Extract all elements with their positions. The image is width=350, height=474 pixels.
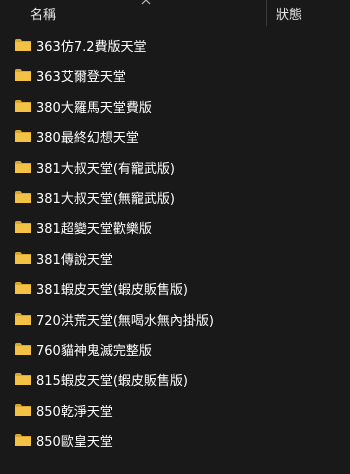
- folder-name: 760貓神鬼滅完整版: [36, 343, 152, 359]
- folder-name: 363仿7.2費版天堂: [36, 40, 147, 55]
- column-header-status[interactable]: 狀態: [276, 4, 302, 23]
- folder-icon: [15, 160, 31, 173]
- file-list: 363仿7.2費版天堂 363艾爾登天堂 380大羅馬天堂費版 380最終幻想天…: [0, 30, 350, 455]
- list-item[interactable]: 381超變天堂歡樂版: [0, 212, 350, 242]
- folder-name: 381傳說天堂: [36, 252, 113, 268]
- folder-name: 850乾淨天堂: [36, 404, 113, 420]
- column-header: 名稱 狀態: [0, 0, 350, 28]
- folder-icon: [15, 69, 31, 82]
- chevron-up-icon: [141, 0, 151, 5]
- folder-name: 380最終幻想天堂: [36, 131, 139, 147]
- folder-icon: [15, 342, 31, 355]
- list-item[interactable]: 363仿7.2費版天堂: [0, 30, 350, 60]
- folder-name: 381大叔天堂(有寵武版): [36, 161, 175, 177]
- folder-icon: [15, 190, 31, 203]
- folder-icon: [15, 373, 31, 386]
- folder-icon: [15, 434, 31, 447]
- folder-icon: [15, 39, 31, 51]
- folder-name: 380大羅馬天堂費版: [36, 100, 152, 116]
- folder-name: 815蝦皮天堂(蝦皮販售版): [36, 374, 188, 390]
- folder-name: 720洪荒天堂(無喝水無內掛版): [36, 313, 214, 329]
- folder-icon: [15, 312, 31, 325]
- list-item[interactable]: 850乾淨天堂: [0, 395, 350, 425]
- column-header-name[interactable]: 名稱: [30, 4, 56, 23]
- list-item[interactable]: 381蝦皮天堂(蝦皮販售版): [0, 273, 350, 303]
- folder-icon: [15, 221, 31, 234]
- folder-name: 850歐皇天堂: [36, 435, 113, 451]
- list-item[interactable]: 381大叔天堂(無寵武版): [0, 182, 350, 212]
- list-item[interactable]: 720洪荒天堂(無喝水無內掛版): [0, 304, 350, 334]
- folder-name: 363艾爾登天堂: [36, 70, 126, 86]
- folder-name: 381超變天堂歡樂版: [36, 222, 152, 238]
- folder-name: 381蝦皮天堂(蝦皮販售版): [36, 283, 188, 299]
- list-item[interactable]: 760貓神鬼滅完整版: [0, 334, 350, 364]
- list-item[interactable]: 363艾爾登天堂: [0, 60, 350, 90]
- list-item[interactable]: 815蝦皮天堂(蝦皮販售版): [0, 364, 350, 394]
- folder-icon: [15, 251, 31, 264]
- folder-name: 381大叔天堂(無寵武版): [36, 191, 175, 207]
- folder-icon: [15, 403, 31, 416]
- list-item[interactable]: 850歐皇天堂: [0, 425, 350, 455]
- folder-icon: [15, 99, 31, 112]
- list-item[interactable]: 380最終幻想天堂: [0, 121, 350, 151]
- file-explorer: 名稱 狀態 363仿7.2費版天堂 363艾爾登天堂 380大羅馬天堂費版 38…: [0, 0, 350, 474]
- list-item[interactable]: 381大叔天堂(有寵武版): [0, 152, 350, 182]
- folder-icon: [15, 130, 31, 143]
- list-item[interactable]: 381傳說天堂: [0, 243, 350, 273]
- folder-icon: [15, 282, 31, 295]
- list-item[interactable]: 380大羅馬天堂費版: [0, 91, 350, 121]
- column-divider[interactable]: [266, 0, 267, 26]
